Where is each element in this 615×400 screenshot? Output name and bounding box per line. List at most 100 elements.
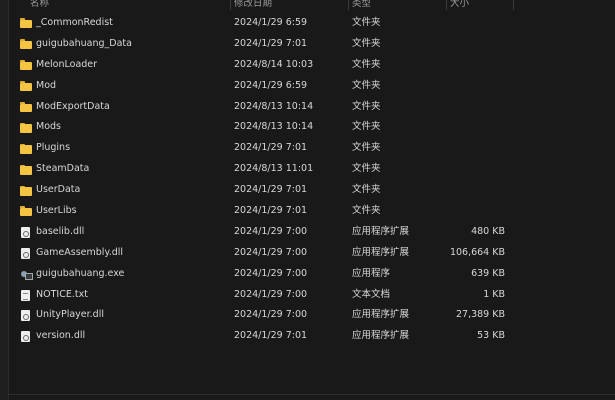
file-name-cell[interactable]: NOTICE.txt [20,285,88,306]
file-name-cell[interactable]: Mod [20,76,56,97]
file-row[interactable]: ModExportData 2024/8/13 10:14 文件夹 [8,97,615,118]
file-row[interactable]: MelonLoader 2024/8/14 10:03 文件夹 [8,55,615,76]
file-name: guigubahuang.exe [36,267,125,279]
file-row[interactable]: baselib.dll 2024/1/29 7:00 应用程序扩展 480 KB [8,222,615,243]
file-name-cell[interactable]: UserLibs [20,201,77,222]
file-type: 文件夹 [352,205,381,217]
column-separator[interactable] [446,0,447,10]
file-type: 应用程序 [352,267,391,279]
column-name-header[interactable]: 名称 [30,0,49,9]
file-type: 文件夹 [352,100,381,112]
file-name: Mods [36,121,61,133]
file-modified-date: 2024/8/13 10:14 [234,121,314,133]
file-row[interactable]: GameAssembly.dll 2024/1/29 7:00 应用程序扩展 106,… [8,243,615,264]
file-row[interactable]: UserData 2024/1/29 7:01 文件夹 [8,180,615,201]
file-name-cell[interactable]: version.dll [20,326,85,347]
folder-icon [20,206,32,217]
file-type: 文本文档 [352,288,391,300]
file-type: 文件夹 [352,163,381,175]
text-file-icon [21,289,30,301]
file-name: UserLibs [36,205,77,217]
file-row[interactable]: UserLibs 2024/1/29 7:01 文件夹 [8,201,615,222]
file-name-cell[interactable]: Plugins [20,138,70,159]
dll-file-icon [21,310,30,322]
file-name-cell[interactable]: Mods [20,117,61,138]
file-row[interactable]: NOTICE.txt 2024/1/29 7:00 文本文档 1 KB [8,285,615,306]
file-modified-date: 2024/1/29 7:01 [234,142,308,154]
dll-file-icon [21,226,30,238]
column-separator[interactable] [348,0,349,10]
file-size: 1 KB [483,288,505,300]
column-size-header[interactable]: 大小 [450,0,469,9]
file-name: guigubahuang_Data [36,37,132,49]
folder-icon [20,185,32,196]
file-size: 480 KB [471,225,505,237]
folder-icon [20,164,32,175]
file-row[interactable]: _CommonRedist 2024/1/29 6:59 文件夹 [8,13,615,34]
column-separator[interactable] [230,0,231,10]
file-name: SteamData [36,163,90,175]
folder-icon [20,143,32,154]
file-modified-date: 2024/1/29 7:01 [234,184,308,196]
file-name: version.dll [36,330,86,342]
file-name-cell[interactable]: UserData [20,180,80,201]
file-type: 文件夹 [352,58,381,70]
file-name-cell[interactable]: UnityPlayer.dll [20,305,104,326]
file-row[interactable]: guigubahuang.exe 2024/1/29 7:00 应用程序 639 KB [8,264,615,285]
file-modified-date: 2024/1/29 7:00 [234,246,308,258]
column-date-header[interactable]: 修改日期 [234,0,272,9]
file-type: 文件夹 [352,142,381,154]
file-size: 53 KB [477,330,505,342]
file-modified-date: 2024/1/29 7:00 [234,267,308,279]
file-name-cell[interactable]: guigubahuang_Data [20,34,132,55]
file-type: 文件夹 [352,17,381,28]
file-name: Plugins [36,142,71,154]
file-name: GameAssembly.dll [36,246,124,258]
file-modified-date: 2024/1/29 7:00 [234,288,308,300]
file-name: NOTICE.txt [36,288,88,300]
folder-icon [20,81,32,92]
file-row[interactable]: Mods 2024/8/13 10:14 文件夹 [8,117,615,138]
file-modified-date: 2024/8/13 11:01 [234,163,314,175]
list-bottom-divider [8,394,615,395]
file-name-cell[interactable]: ModExportData [20,97,110,118]
column-type-header[interactable]: 类型 [352,0,371,9]
file-row[interactable]: version.dll 2024/1/29 7:01 应用程序扩展 53 KB [8,326,615,347]
file-type: 应用程序扩展 [352,246,410,258]
file-type: 文件夹 [352,79,381,91]
file-name: MelonLoader [36,58,98,70]
file-type: 应用程序扩展 [352,225,410,237]
file-modified-date: 2024/1/29 7:01 [234,37,308,49]
file-name: ModExportData [36,100,110,112]
file-row[interactable]: UnityPlayer.dll 2024/1/29 7:00 应用程序扩展 27,38… [8,305,615,326]
file-modified-date: 2024/8/14 10:03 [234,58,314,70]
file-row[interactable]: Plugins 2024/1/29 7:01 文件夹 [8,138,615,159]
file-modified-date: 2024/1/29 7:01 [234,205,308,217]
file-type: 文件夹 [352,37,381,49]
file-list: _CommonRedist 2024/1/29 6:59 文件夹 guigubahua… [8,13,615,347]
file-name-cell[interactable]: GameAssembly.dll [20,243,123,264]
file-name: baselib.dll [36,225,85,237]
file-modified-date: 2024/1/29 7:00 [234,309,308,321]
file-row[interactable]: Mod 2024/1/29 6:59 文件夹 [8,76,615,97]
file-name-cell[interactable]: MelonLoader [20,55,97,76]
file-row[interactable]: guigubahuang_Data 2024/1/29 7:01 文件夹 [8,34,615,55]
file-modified-date: 2024/8/13 10:14 [234,100,314,112]
file-name-cell[interactable]: guigubahuang.exe [20,264,124,285]
file-name-cell[interactable]: _CommonRedist [20,13,113,34]
file-name-cell[interactable]: baselib.dll [20,222,84,243]
file-modified-date: 2024/1/29 7:01 [234,330,308,342]
file-modified-date: 2024/1/29 7:00 [234,225,308,237]
file-name: UnityPlayer.dll [36,309,104,321]
folder-icon [20,60,32,71]
file-modified-date: 2024/1/29 6:59 [234,17,308,28]
file-type: 文件夹 [352,121,381,133]
file-name-cell[interactable]: SteamData [20,159,89,180]
dll-file-icon [21,247,30,259]
file-size: 106,664 KB [449,246,505,258]
folder-icon [20,122,32,133]
file-row[interactable]: SteamData 2024/8/13 11:01 文件夹 [8,159,615,180]
column-separator[interactable] [513,0,514,10]
file-modified-date: 2024/1/29 6:59 [234,79,308,91]
file-name: Mod [36,79,57,91]
